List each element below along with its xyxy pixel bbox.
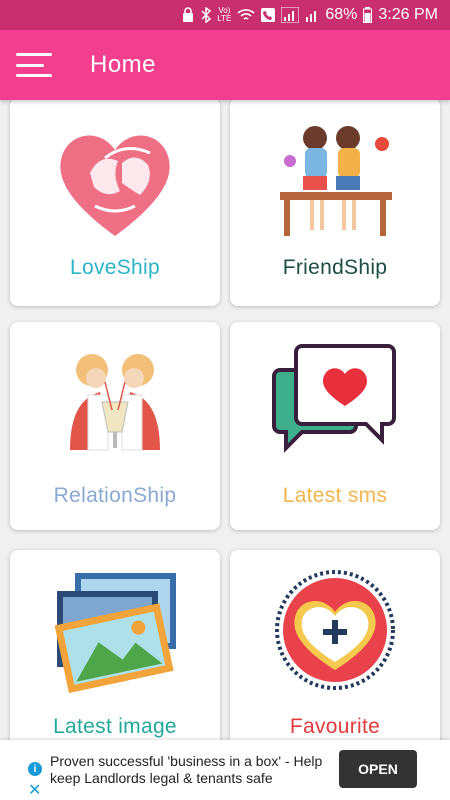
battery-icon (363, 7, 373, 23)
signal-icon (281, 7, 300, 23)
open-button[interactable]: OPEN (339, 750, 417, 788)
friends-bench-icon (230, 100, 440, 258)
info-icon[interactable]: i (28, 762, 42, 776)
card-label: RelationShip (53, 484, 177, 507)
card-loveship[interactable]: LoveShip (10, 100, 220, 306)
lock-icon (181, 7, 195, 23)
status-bar: Vo) LTE 68% 3:26 PM (0, 0, 450, 30)
card-favourite[interactable]: Favourite (230, 550, 440, 740)
card-label: LoveShip (70, 256, 160, 279)
card-relationship[interactable]: RelationShip (10, 322, 220, 530)
network-type: LTE (217, 14, 232, 23)
signal-2-icon (305, 7, 319, 23)
ad-text: Proven successful 'business in a box' - … (50, 753, 323, 786)
clock: 3:26 PM (378, 6, 438, 23)
image-gallery-icon (10, 550, 220, 710)
couple-drink-icon (10, 322, 220, 482)
menu-icon[interactable] (16, 53, 52, 77)
volte-icon: Vo) LTE (217, 6, 232, 23)
card-label: Latest image (53, 715, 177, 738)
card-label: FriendShip (282, 256, 388, 279)
love-couple-icon (10, 100, 220, 258)
ad-banner[interactable]: i ✕ Proven successful 'business in a box… (0, 740, 450, 800)
call-icon (261, 8, 276, 22)
close-icon[interactable]: ✕ (28, 783, 41, 799)
card-label: Latest sms (282, 484, 388, 507)
favourite-heart-icon (230, 550, 440, 710)
card-latest-image[interactable]: Latest image (10, 550, 220, 740)
wifi-icon (237, 8, 255, 22)
app-bar: Home (0, 30, 450, 100)
card-label: Favourite (289, 715, 381, 738)
page-title: Home (90, 51, 157, 78)
card-latest-sms[interactable]: Latest sms (230, 322, 440, 530)
bluetooth-icon (201, 7, 212, 23)
message-heart-icon (230, 322, 440, 482)
category-grid: LoveShip FriendShip RelationShip Latest … (0, 100, 450, 740)
battery-percent: 68% (325, 6, 358, 23)
card-friendship[interactable]: FriendShip (230, 100, 440, 306)
